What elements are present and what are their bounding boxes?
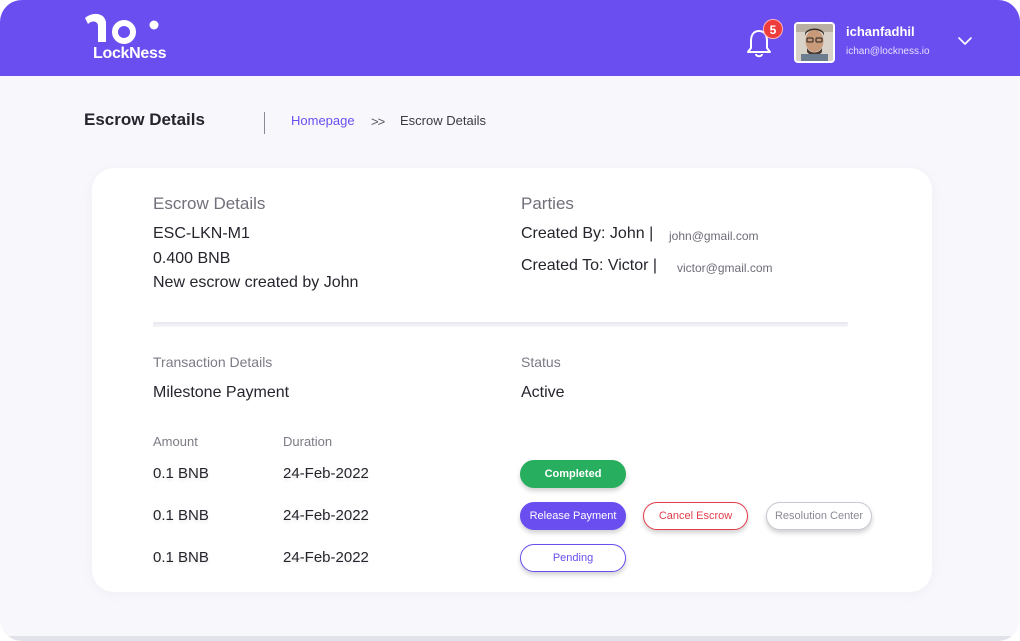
notification-count-badge: 5	[763, 19, 783, 39]
row-duration: 24-Feb-2022	[283, 549, 369, 566]
breadcrumb-separator: >>	[371, 114, 385, 129]
transaction-section-title: Transaction Details	[153, 354, 273, 370]
page-title: Escrow Details	[84, 110, 205, 129]
status-value: Active	[521, 384, 565, 401]
title-divider	[264, 112, 265, 134]
logo-text: LockNess	[93, 45, 167, 62]
row-duration: 24-Feb-2022	[283, 507, 369, 524]
chevron-down-icon[interactable]	[956, 35, 974, 47]
duration-column-header: Duration	[283, 434, 333, 449]
breadcrumb-current: Escrow Details	[400, 113, 486, 128]
escrow-description: New escrow created by John	[153, 274, 359, 291]
avatar-portrait-icon	[796, 24, 833, 61]
created-by-email: john@gmail.com	[669, 229, 759, 243]
transaction-type: Milestone Payment	[153, 384, 290, 401]
user-name: ichanfadhil	[846, 24, 915, 39]
created-by-label: Created By: John |	[521, 225, 654, 242]
row-amount: 0.1 BNB	[153, 465, 209, 482]
escrow-id: ESC-LKN-M1	[153, 225, 250, 242]
user-email: ichan@lockness.io	[846, 46, 930, 57]
release-payment-button[interactable]: Release Payment	[520, 502, 626, 530]
cancel-escrow-button[interactable]: Cancel Escrow	[643, 502, 748, 530]
created-to-email: victor@gmail.com	[677, 261, 773, 275]
created-to-label: Created To: Victor |	[521, 257, 658, 274]
app-frame: LockNess 5 ichanfadhil ichan@lockness.io	[0, 0, 1020, 641]
bottom-border	[0, 636, 1020, 641]
escrow-section-title: Escrow Details	[153, 194, 266, 213]
status-section-title: Status	[521, 354, 561, 370]
user-avatar[interactable]	[794, 22, 835, 63]
amount-column-header: Amount	[153, 434, 198, 449]
pending-status-button[interactable]: Pending	[520, 544, 626, 572]
lockness-logo[interactable]: LockNess	[82, 12, 174, 66]
parties-section-title: Parties	[521, 194, 574, 213]
breadcrumb-home-link[interactable]: Homepage	[291, 113, 355, 128]
row-duration: 24-Feb-2022	[283, 465, 369, 482]
escrow-amount: 0.400 BNB	[153, 250, 231, 267]
resolution-center-button[interactable]: Resolution Center	[766, 502, 872, 530]
section-divider	[153, 322, 848, 327]
top-navigation-bar: LockNess 5 ichanfadhil ichan@lockness.io	[0, 0, 1020, 76]
row-amount: 0.1 BNB	[153, 549, 209, 566]
row-amount: 0.1 BNB	[153, 507, 209, 524]
completed-status-button[interactable]: Completed	[520, 460, 626, 488]
